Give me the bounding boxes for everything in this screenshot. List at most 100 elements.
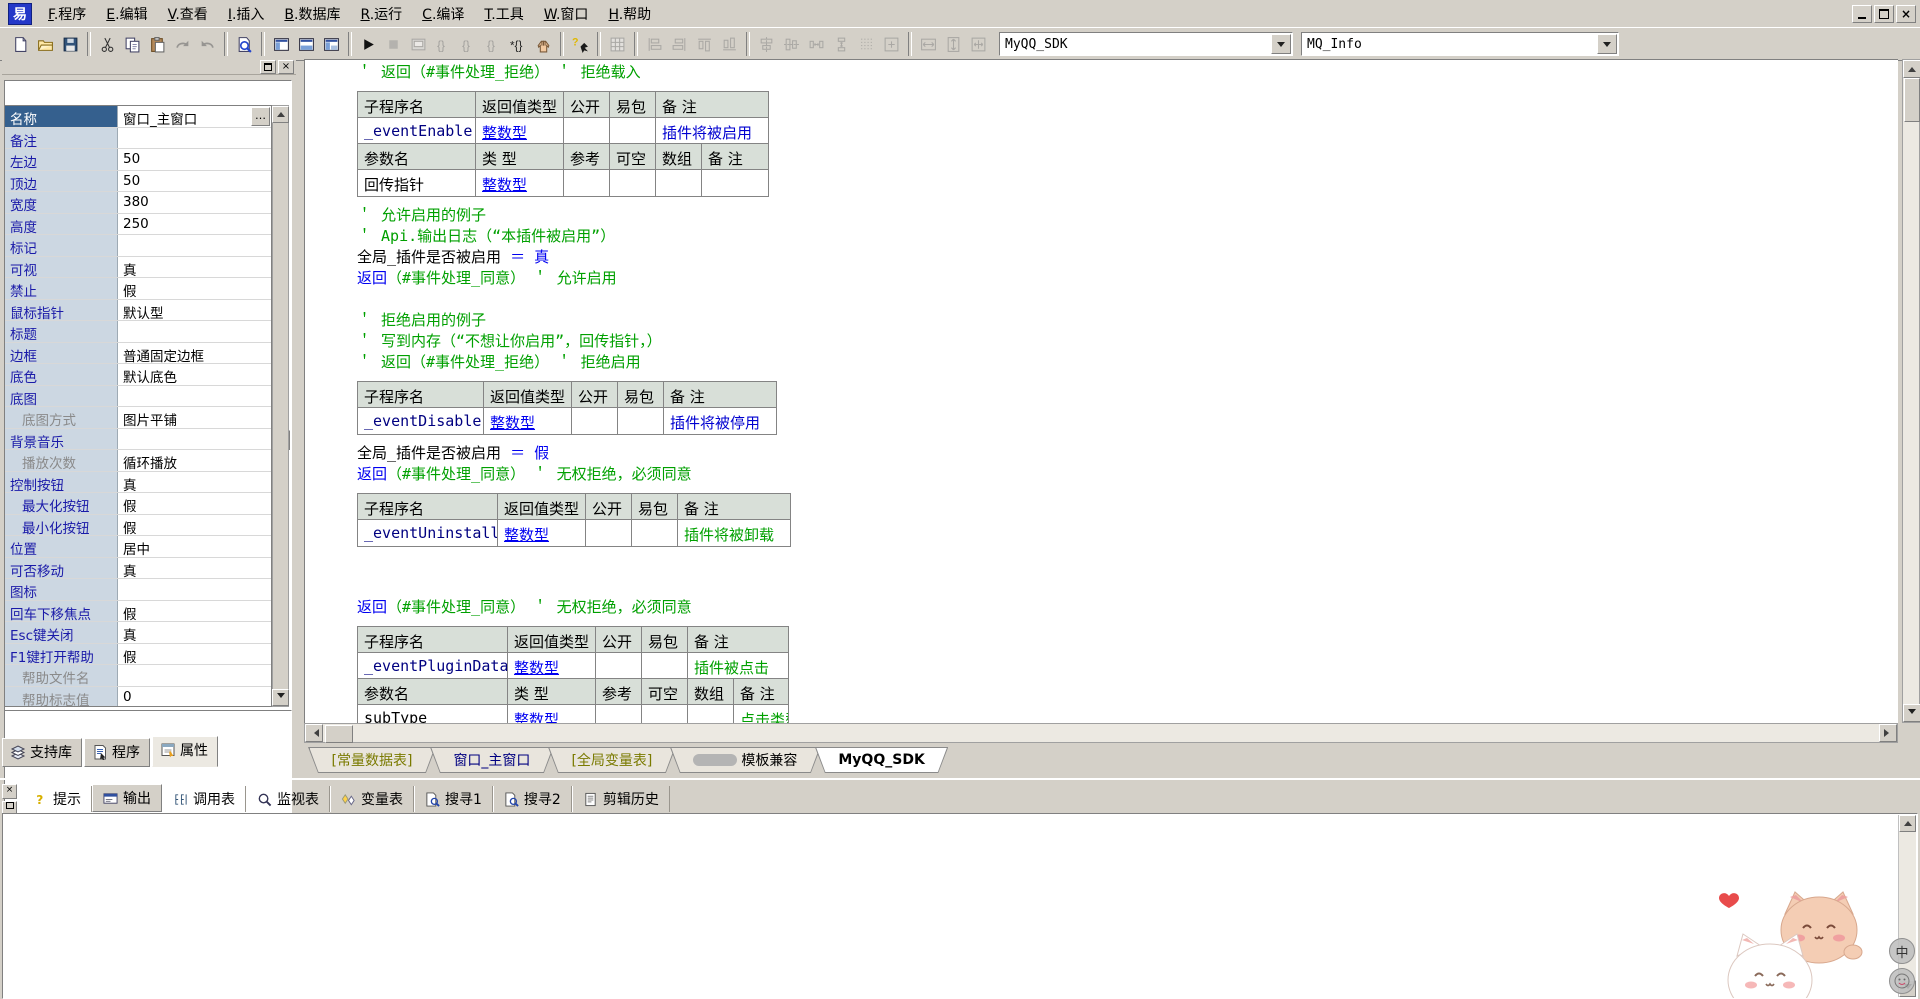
step-over-button[interactable]: {} — [456, 32, 481, 56]
property-row-F1键打开帮助[interactable]: F1键打开帮助假 — [5, 644, 271, 666]
new-file-button[interactable] — [8, 32, 33, 56]
stop-button[interactable] — [381, 32, 406, 56]
component-grid-button[interactable] — [605, 32, 630, 56]
close-button[interactable]: × — [1896, 5, 1916, 23]
menu-item-r[interactable]: R.运行 — [350, 1, 412, 27]
paste-button[interactable] — [145, 32, 170, 56]
property-value[interactable]: 默认型 — [118, 300, 271, 321]
open-file-button[interactable] — [33, 32, 58, 56]
horizontal-scroll-thumb[interactable] — [325, 725, 353, 743]
property-row-备注[interactable]: 备注 — [5, 128, 271, 150]
layout-bottom-pane-button[interactable] — [294, 32, 319, 56]
property-row-回车下移焦点[interactable]: 回车下移焦点假 — [5, 601, 271, 623]
same-size-button[interactable] — [966, 32, 991, 56]
property-row-图标[interactable]: 图标 — [5, 579, 271, 601]
ellipsis-button[interactable]: … — [251, 107, 270, 126]
output-tab-提示[interactable]: ?提示 — [22, 786, 92, 812]
property-value[interactable]: 真 — [118, 622, 271, 643]
property-row-禁止[interactable]: 禁止假 — [5, 278, 271, 300]
copy-button[interactable] — [120, 32, 145, 56]
output-console[interactable]: 中 — [2, 813, 1918, 999]
property-row-控制按钮[interactable]: 控制按钮真 — [5, 472, 271, 494]
property-value[interactable]: 真 — [118, 257, 271, 278]
panel-close-button[interactable]: × — [278, 60, 294, 74]
property-row-位置[interactable]: 位置居中 — [5, 536, 271, 558]
undo-button[interactable] — [195, 32, 220, 56]
property-row-底图方式[interactable]: 底图方式图片平铺 — [5, 407, 271, 429]
property-value[interactable]: 真 — [118, 558, 271, 579]
menu-item-f[interactable]: F.程序 — [38, 1, 96, 27]
menu-item-i[interactable]: I.插入 — [218, 1, 275, 27]
property-value[interactable]: 假 — [118, 493, 271, 514]
property-row-可视[interactable]: 可视真 — [5, 257, 271, 279]
restore-button[interactable] — [1874, 5, 1894, 23]
same-width-button[interactable] — [916, 32, 941, 56]
scroll-up-icon[interactable] — [1899, 815, 1916, 832]
scroll-right-icon[interactable] — [1879, 724, 1897, 742]
align-top-button[interactable] — [692, 32, 717, 56]
property-row-边框[interactable]: 边框普通固定边框 — [5, 343, 271, 365]
property-row-可否移动[interactable]: 可否移动真 — [5, 558, 271, 580]
property-value[interactable]: 假 — [118, 601, 271, 622]
menu-item-v[interactable]: V.查看 — [158, 1, 218, 27]
panel-float-button[interactable] — [260, 60, 276, 74]
output-tab-搜寻2[interactable]: 搜寻2 — [493, 786, 572, 812]
module-combobox[interactable]: MQ_Info — [1301, 32, 1619, 56]
ime-face-icon[interactable] — [1889, 968, 1915, 994]
run-button[interactable] — [356, 32, 381, 56]
property-value[interactable]: 居中 — [118, 536, 271, 557]
property-value[interactable]: 0 — [118, 687, 271, 708]
property-value[interactable] — [118, 235, 271, 256]
menu-item-t[interactable]: T.工具 — [474, 1, 533, 27]
menu-item-b[interactable]: B.数据库 — [274, 1, 350, 27]
code-editor[interactable]: ＇ 返回（#事件处理_拒绝） ＇ 拒绝载入子程序名返回值类型公开易包备 注_ev… — [304, 59, 1898, 723]
output-tab-变量表[interactable]: 变量表 — [330, 786, 414, 812]
menu-item-c[interactable]: C.编译 — [412, 1, 474, 27]
doc-tab-窗口_主窗口[interactable]: 窗口_主窗口 — [430, 747, 554, 773]
ime-widget[interactable]: 中 — [1889, 938, 1915, 994]
same-center-button[interactable] — [879, 32, 904, 56]
property-grid-scrollbar[interactable] — [272, 105, 289, 707]
property-value[interactable]: 普通固定边框 — [118, 343, 271, 364]
property-value[interactable] — [118, 321, 271, 342]
scroll-left-icon[interactable] — [305, 724, 323, 742]
minimize-button[interactable] — [1852, 5, 1872, 23]
property-value[interactable]: 默认底色 — [118, 364, 271, 385]
output-tab-剪辑历史[interactable]: 剪辑历史 — [572, 786, 670, 812]
property-row-Esc键关闭[interactable]: Esc键关闭真 — [5, 622, 271, 644]
panel-tab-属性[interactable]: 属性 — [152, 736, 218, 767]
property-value[interactable]: 380 — [118, 192, 271, 213]
debug-window-button[interactable] — [406, 32, 431, 56]
scroll-down-icon[interactable] — [272, 689, 289, 706]
align-bottom-button[interactable] — [717, 32, 742, 56]
property-row-宽度[interactable]: 宽度380 — [5, 192, 271, 214]
property-value[interactable]: 假 — [118, 515, 271, 536]
menu-item-w[interactable]: W.窗口 — [534, 1, 599, 27]
step-into-button[interactable]: {} — [431, 32, 456, 56]
redo-button[interactable] — [170, 32, 195, 56]
pause-hand-button[interactable] — [531, 32, 556, 56]
property-value[interactable]: 250 — [118, 214, 271, 235]
scroll-up-icon[interactable] — [1903, 60, 1920, 78]
ime-language-badge[interactable]: 中 — [1889, 938, 1915, 964]
property-value[interactable] — [118, 386, 271, 407]
property-value[interactable]: 50 — [118, 171, 271, 192]
property-value[interactable] — [118, 665, 271, 686]
property-row-标题[interactable]: 标题 — [5, 321, 271, 343]
property-value[interactable] — [118, 579, 271, 600]
doc-tab-模板兼容[interactable]: 模板兼容 — [670, 747, 821, 773]
output-tab-输出[interactable]: 输出 — [92, 784, 162, 812]
layout-both-panes-button[interactable] — [319, 32, 344, 56]
menu-item-h[interactable]: H.帮助 — [598, 1, 661, 27]
step-out-button[interactable]: {} — [481, 32, 506, 56]
same-height-button[interactable] — [941, 32, 966, 56]
panel-close-button[interactable]: × — [2, 784, 17, 799]
editor-vertical-scrollbar[interactable] — [1902, 59, 1920, 723]
doc-tab-[常量数据表][interactable]: [常量数据表] — [308, 747, 436, 773]
save-file-button[interactable] — [58, 32, 83, 56]
run-to-cursor-button[interactable]: *{} — [506, 32, 531, 56]
property-value[interactable]: 50 — [118, 149, 271, 170]
layout-left-pane-button[interactable] — [269, 32, 294, 56]
property-row-左边[interactable]: 左边50 — [5, 149, 271, 171]
property-row-标记[interactable]: 标记 — [5, 235, 271, 257]
